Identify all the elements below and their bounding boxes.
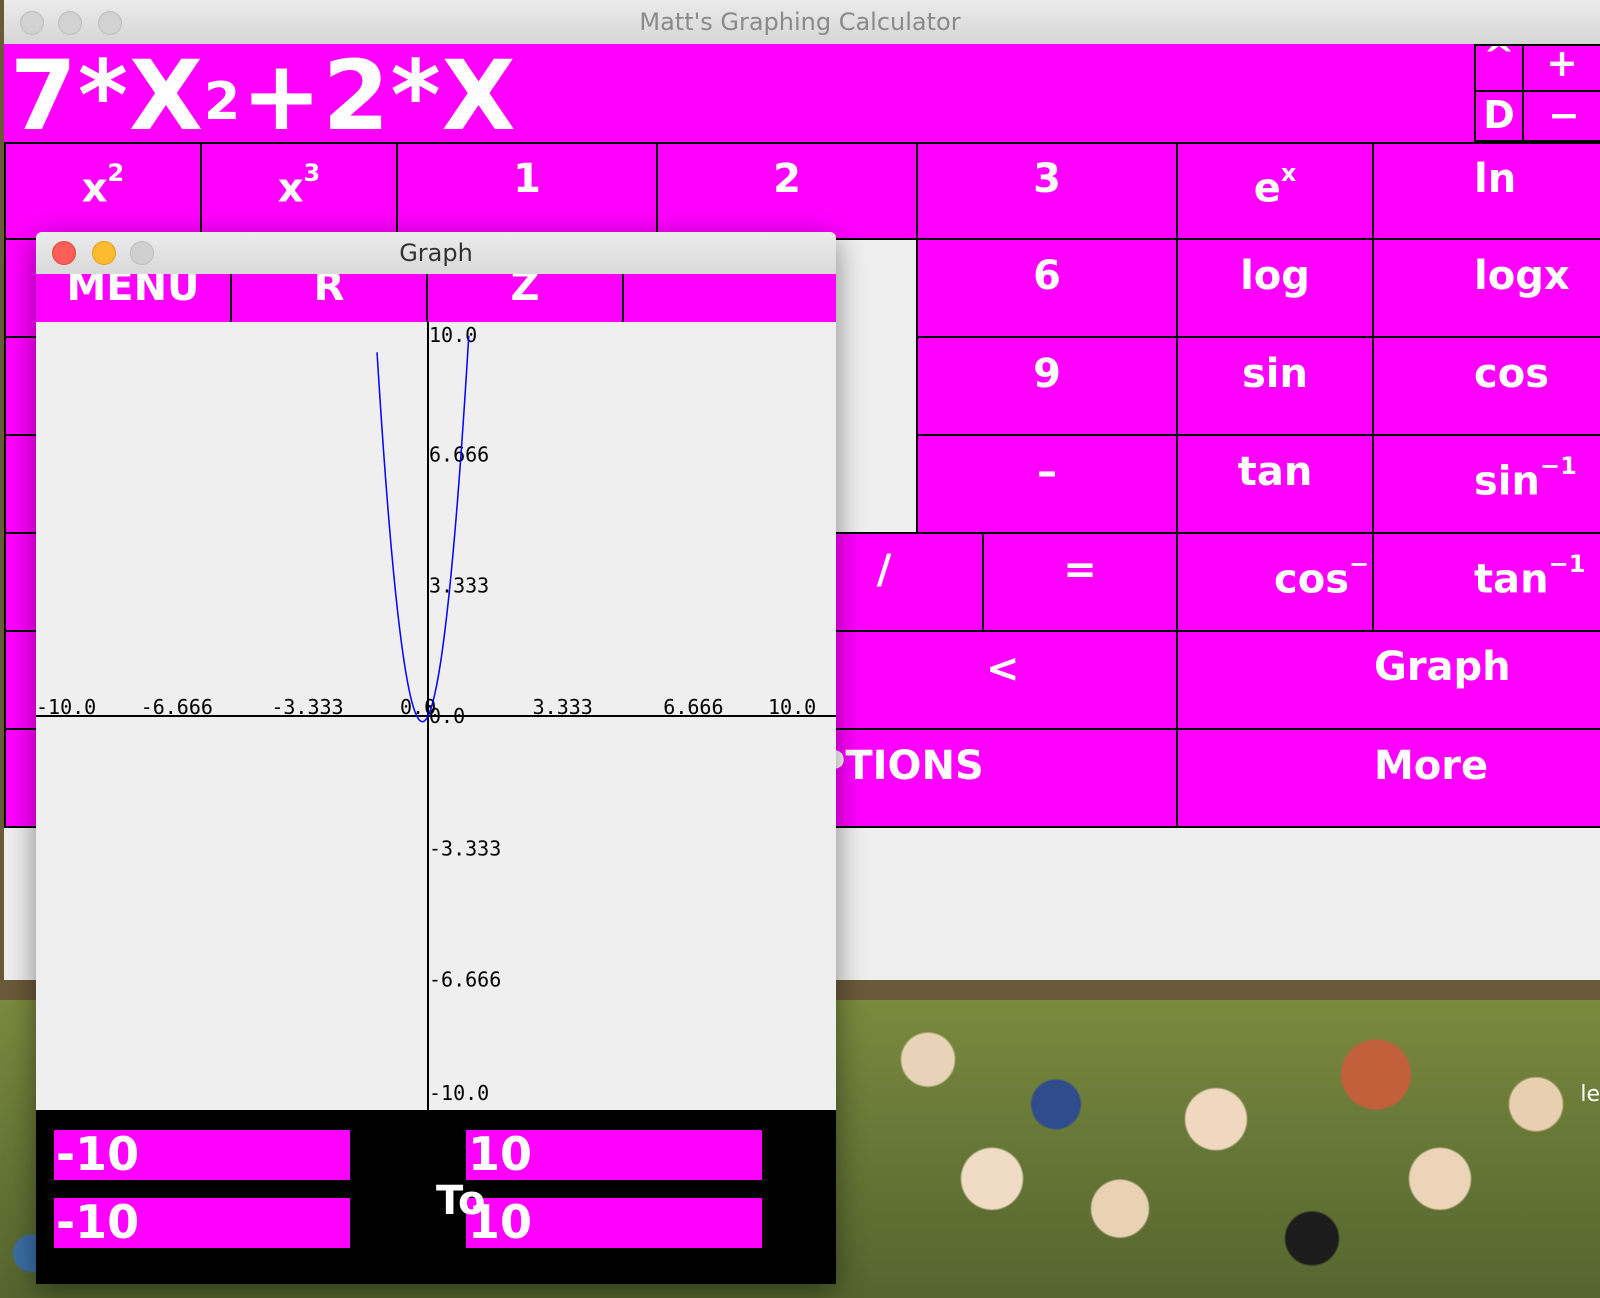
backspace-button[interactable]: <	[784, 630, 1178, 730]
empty-menu-button[interactable]	[624, 274, 836, 322]
exp-button[interactable]: ex	[1176, 142, 1374, 240]
x-max-field[interactable]: 10	[466, 1130, 762, 1180]
z-button[interactable]: Z	[428, 274, 624, 322]
calculator-titlebar: Matt's Graphing Calculator	[4, 0, 1600, 45]
power-button[interactable]: ^	[1474, 44, 1524, 92]
logx-button[interactable]: logx	[1372, 238, 1600, 338]
x-cubed-button[interactable]: x3	[200, 142, 398, 240]
y-tick-label: 10.0	[429, 323, 477, 347]
digit-9-button[interactable]: 9	[916, 336, 1178, 436]
x-tick-label: 3.333	[533, 695, 593, 719]
y-min-field[interactable]: -10	[54, 1198, 350, 1248]
to-label: To	[436, 1178, 486, 1224]
digit-2-button[interactable]: 2	[656, 142, 918, 240]
desktop-label: le	[1580, 1082, 1600, 1107]
y-tick-label: 6.666	[429, 442, 489, 466]
sin-button[interactable]: sin	[1176, 336, 1374, 436]
log-button[interactable]: log	[1176, 238, 1374, 338]
y-max-field[interactable]: 10	[466, 1198, 762, 1248]
graph-titlebar: Graph	[36, 232, 836, 275]
arctan-button[interactable]: tan−1	[1372, 532, 1600, 632]
function-curve	[376, 335, 470, 723]
minus-button[interactable]: –	[916, 434, 1178, 534]
plus-button[interactable]: +	[1522, 44, 1600, 92]
graph-window-title: Graph	[399, 239, 473, 267]
x-tick-label: -3.333	[271, 695, 343, 719]
options-button[interactable]: PTIONS	[784, 728, 1178, 828]
x-tick-label: -6.666	[141, 695, 213, 719]
y-tick-label: 3.333	[429, 574, 489, 598]
graph-window: Graph MENU R Z -10.0 -6.666 -3.333 0.0 3…	[36, 232, 836, 1284]
cos-button[interactable]: cos	[1372, 336, 1600, 436]
x-tick-label: -10.0	[36, 695, 96, 719]
arcsin-button[interactable]: sin−1	[1372, 434, 1600, 534]
expression-display: 7*X2+2*X ^ + D −	[4, 40, 1600, 152]
y-tick-label: -6.666	[429, 968, 501, 992]
y-tick-label: -10.0	[429, 1081, 489, 1105]
graph-svg: -10.0 -6.666 -3.333 0.0 3.333 6.666 10.0…	[36, 322, 836, 1110]
x-tick-label: 10.0	[768, 695, 816, 719]
window-title: Matt's Graphing Calculator	[639, 8, 961, 36]
derivative-button[interactable]: D	[1474, 90, 1524, 142]
r-button[interactable]: R	[232, 274, 428, 322]
more-button[interactable]: More	[1176, 728, 1600, 828]
graph-button[interactable]: Graph	[1176, 630, 1600, 730]
range-panel: -10 10 -10 10 To	[36, 1110, 836, 1284]
graph-plot-area[interactable]: -10.0 -6.666 -3.333 0.0 3.333 6.666 10.0…	[36, 322, 836, 1110]
y-tick-label: 0.0	[429, 704, 465, 728]
minus-mini-button[interactable]: −	[1522, 90, 1600, 142]
tan-button[interactable]: tan	[1176, 434, 1374, 534]
x-min-field[interactable]: -10	[54, 1130, 350, 1180]
digit-3-button[interactable]: 3	[916, 142, 1178, 240]
x-tick-label: 6.666	[663, 695, 723, 719]
digit-1-button[interactable]: 1	[396, 142, 658, 240]
arccos-button[interactable]: cos−1	[1176, 532, 1374, 632]
menu-button[interactable]: MENU	[36, 274, 232, 322]
y-tick-label: -3.333	[429, 836, 501, 860]
expression-text: 7*X2+2*X	[10, 40, 517, 152]
x-squared-button[interactable]: x2	[4, 142, 202, 240]
equals-button[interactable]: =	[982, 532, 1178, 632]
digit-6-button[interactable]: 6	[916, 238, 1178, 338]
ln-button[interactable]: ln	[1372, 142, 1600, 240]
graph-menu-bar: MENU R Z	[36, 274, 836, 324]
